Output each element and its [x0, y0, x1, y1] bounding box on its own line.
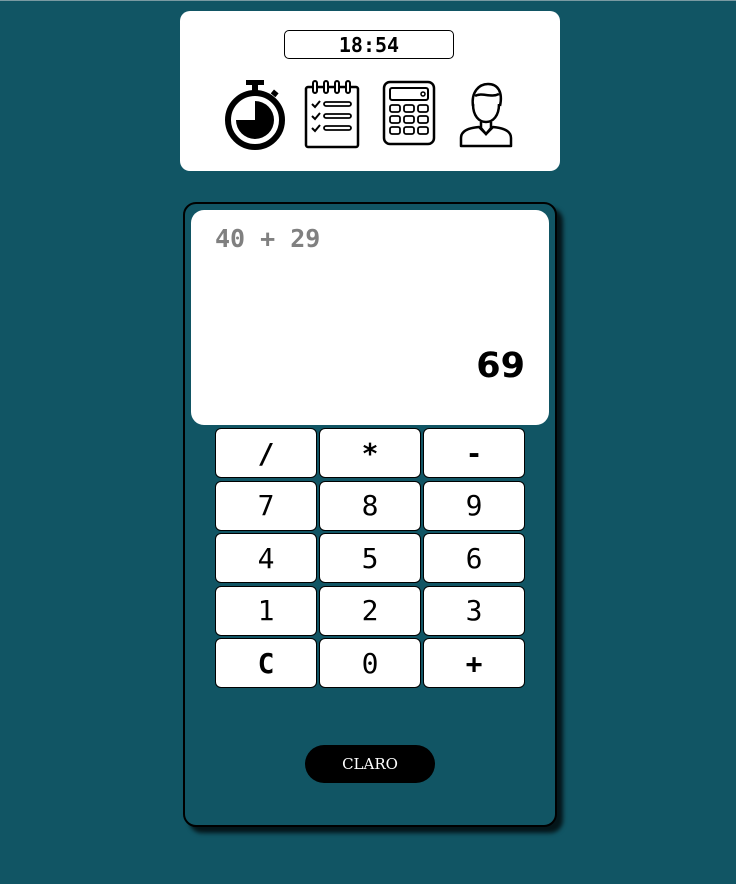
calculator-display: 40 + 29 69	[191, 210, 549, 425]
clock-display: 18:54	[284, 30, 454, 59]
digit-0-key[interactable]: 0	[319, 638, 421, 688]
result-text: 69	[476, 346, 525, 386]
header-card: 18:54	[180, 11, 560, 171]
digit-9-key[interactable]: 9	[423, 480, 525, 531]
clear-key[interactable]: C	[215, 638, 317, 688]
expression-text: 40 + 29	[215, 224, 321, 253]
add-key[interactable]: +	[423, 638, 525, 688]
stopwatch-icon[interactable]	[220, 78, 290, 150]
digit-1-key[interactable]: 1	[215, 585, 317, 636]
digit-5-key[interactable]: 5	[319, 533, 421, 583]
digit-8-key[interactable]: 8	[319, 480, 421, 531]
checklist-icon[interactable]	[297, 78, 367, 150]
keypad: / * - 7 8 9 4 5 6 1 2 3 C 0 +	[215, 428, 527, 688]
digit-7-key[interactable]: 7	[215, 480, 317, 531]
calculator-panel: 40 + 29 69 / * - 7 8 9 4 5 6 1 2 3 C 0 +…	[183, 202, 557, 827]
user-icon[interactable]	[451, 78, 521, 150]
theme-toggle-button[interactable]: CLARO	[305, 745, 435, 783]
multiply-key[interactable]: *	[319, 428, 421, 478]
digit-2-key[interactable]: 2	[319, 585, 421, 636]
digit-3-key[interactable]: 3	[423, 585, 525, 636]
top-border	[0, 0, 736, 1]
subtract-key[interactable]: -	[423, 428, 525, 478]
calculator-icon[interactable]	[374, 78, 444, 150]
digit-4-key[interactable]: 4	[215, 533, 317, 583]
divide-key[interactable]: /	[215, 428, 317, 478]
digit-6-key[interactable]: 6	[423, 533, 525, 583]
